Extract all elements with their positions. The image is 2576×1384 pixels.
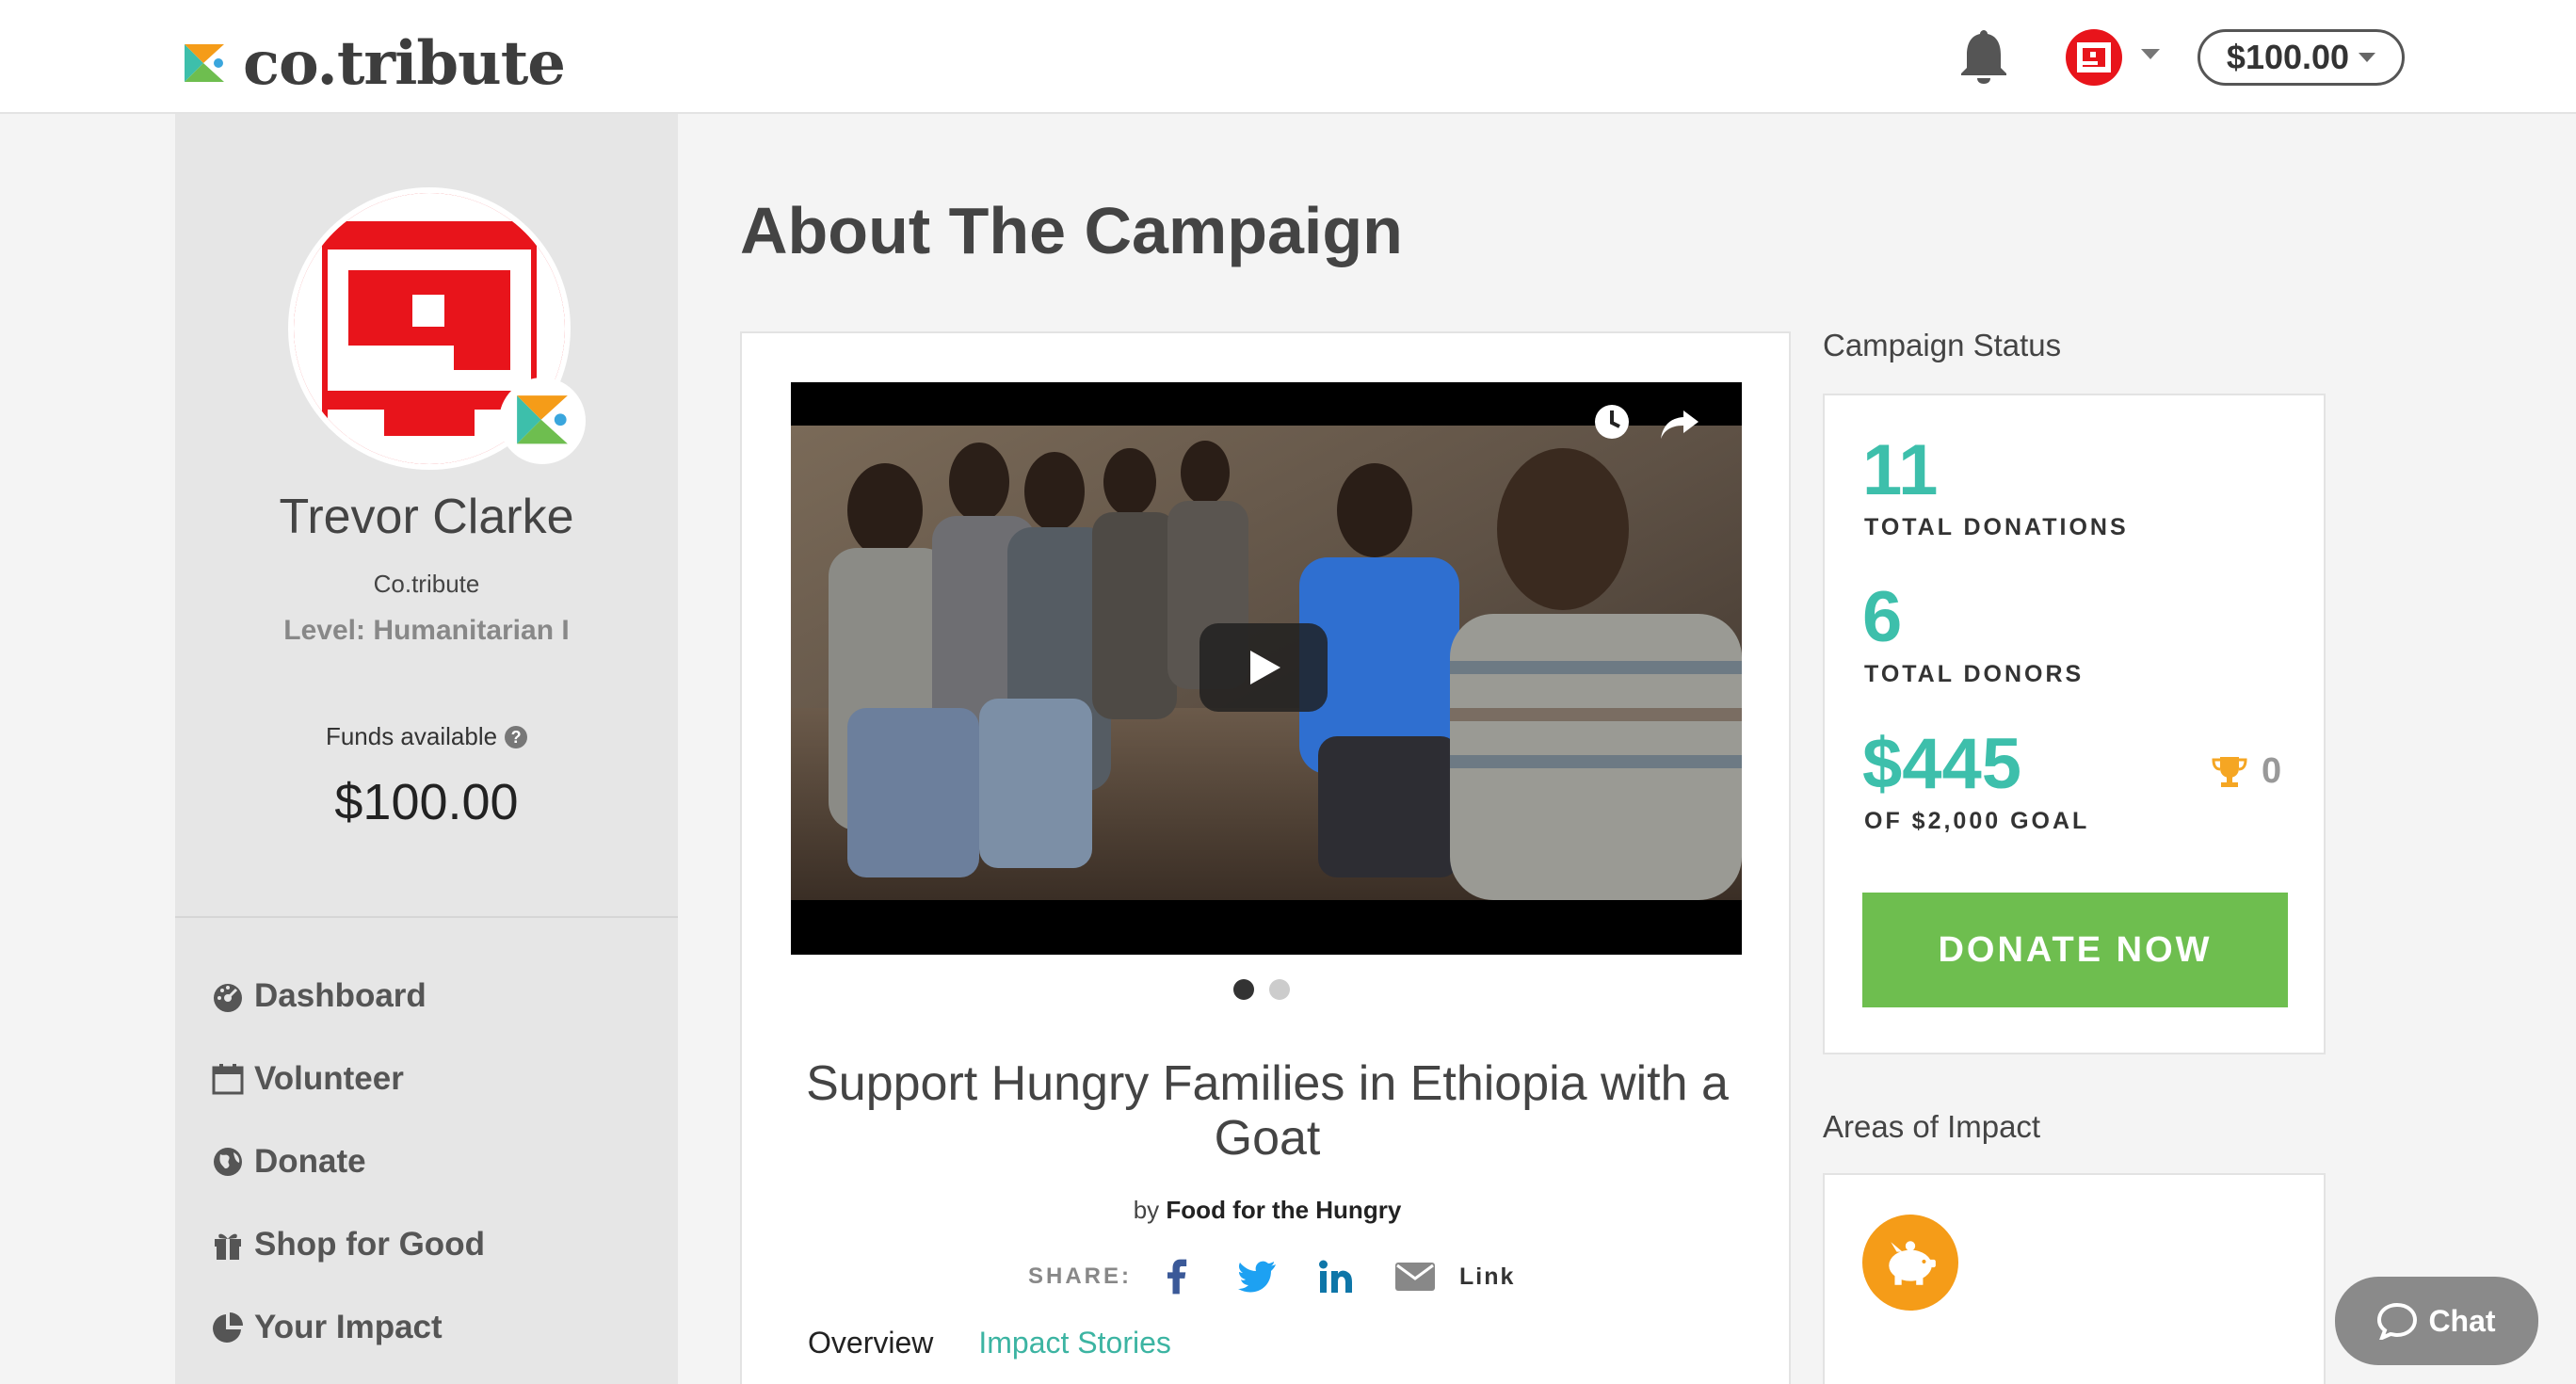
campaign-video[interactable] [791, 382, 1742, 955]
sidebar: Trevor Clarke Co.tribute Level: Humanita… [175, 114, 678, 1384]
total-donations-label: TOTAL DONATIONS [1864, 514, 2129, 540]
chevron-down-icon [2359, 53, 2376, 62]
campaign-title: Support Hungry Families in Ethiopia with… [806, 1056, 1729, 1166]
campaign-byline: by Food for the Hungry [742, 1196, 1793, 1225]
copy-link-button[interactable]: Link [1459, 1263, 1515, 1291]
carousel-dot-2[interactable] [1269, 979, 1290, 1000]
dashboard-icon [214, 984, 242, 1012]
areas-of-impact-heading: Areas of Impact [1823, 1109, 2041, 1144]
funds-amount: $100.00 [334, 774, 519, 830]
user-menu-caret-icon[interactable] [2141, 49, 2160, 59]
total-donors-label: TOTAL DONORS [1864, 661, 2085, 687]
campaign-status-heading: Campaign Status [1823, 328, 2062, 362]
profile-org: Co.tribute [373, 570, 480, 598]
cotribute-logo[interactable]: co.tribute [181, 28, 566, 99]
goal-label: OF $2,000 GOAL [1864, 808, 2090, 834]
organization-link[interactable]: Food for the Hungry [1166, 1196, 1401, 1224]
chat-label: Chat [2428, 1303, 2496, 1338]
sidebar-item-donate[interactable]: Donate [211, 1138, 366, 1185]
user-avatar[interactable] [2066, 29, 2122, 86]
share-row: SHARE: Link [1028, 1250, 1515, 1303]
linkedin-icon[interactable] [1316, 1257, 1356, 1296]
carousel-dot-1[interactable] [1233, 979, 1254, 1000]
balance-value: $100.00 [2226, 38, 2350, 76]
logo-text: co.tribute [243, 28, 566, 99]
cotribute-badge [499, 378, 586, 464]
identicon-icon [2066, 29, 2122, 86]
campaign-status-card: 11 TOTAL DONATIONS 6 TOTAL DONORS $445 O… [1823, 394, 2326, 1054]
donate-now-button[interactable]: DONATE NOW [1862, 893, 2288, 1007]
sidebar-item-shop-for-good[interactable]: Shop for Good [211, 1221, 485, 1268]
page-title: About The Campaign [740, 194, 1403, 267]
sidebar-item-label: Shop for Good [254, 1226, 485, 1263]
watch-later-icon[interactable] [1591, 401, 1633, 443]
tab-overview[interactable]: Overview [808, 1326, 933, 1360]
trophy-count-value: 0 [2262, 751, 2282, 791]
campaign-card: Support Hungry Families in Ethiopia with… [740, 331, 1791, 1384]
notification-bell-icon[interactable] [1956, 26, 2011, 85]
sidebar-item-dashboard[interactable]: Dashboard [211, 973, 427, 1020]
cotribute-logo-icon [185, 43, 224, 82]
help-icon[interactable]: ? [505, 726, 528, 748]
sidebar-item-label: Dashboard [254, 977, 427, 1014]
byline-prefix: by [1133, 1196, 1160, 1224]
chat-button[interactable]: Chat [2335, 1277, 2538, 1365]
sidebar-item-volunteer[interactable]: Volunteer [211, 1055, 404, 1102]
trophy-icon [2212, 756, 2247, 787]
globe-icon [214, 1148, 242, 1176]
share-label: SHARE: [1028, 1263, 1133, 1289]
gift-icon [215, 1233, 241, 1260]
share-video-icon[interactable] [1657, 405, 1702, 443]
sidebar-item-your-impact[interactable]: Your Impact [211, 1304, 443, 1351]
sidebar-item-label: Donate [254, 1143, 366, 1180]
raised-amount: $445 [1862, 724, 2022, 804]
sidebar-item-label: Your Impact [254, 1309, 443, 1345]
carousel-dots [1233, 979, 1290, 1000]
tab-impact-stories[interactable]: Impact Stories [978, 1326, 1171, 1360]
pie-chart-icon [213, 1312, 243, 1343]
sidebar-divider [175, 916, 678, 918]
total-donations-value: 11 [1862, 430, 1939, 510]
sidebar-item-label: Volunteer [254, 1060, 404, 1097]
play-icon [1250, 651, 1280, 684]
funds-label: Funds available? [175, 722, 678, 751]
campaign-tabs: Overview Impact Stories [808, 1326, 1171, 1360]
profile-name: Trevor Clarke [279, 490, 574, 544]
profile-level: Level: Humanitarian I [283, 615, 570, 646]
calendar-icon [212, 1064, 244, 1095]
play-button[interactable] [1199, 623, 1328, 712]
cotribute-badge-icon [517, 395, 568, 444]
balance-dropdown[interactable]: $100.00 [2198, 29, 2405, 86]
total-donors-value: 6 [1862, 577, 1903, 657]
facebook-icon[interactable] [1158, 1257, 1198, 1296]
chat-bubble-icon [2377, 1302, 2418, 1340]
funds-label-text: Funds available [325, 722, 498, 750]
email-icon[interactable] [1395, 1257, 1436, 1296]
trophy-count: 0 [2211, 751, 2281, 792]
piggy-bank-icon[interactable] [1862, 1215, 1958, 1311]
areas-of-impact-card [1823, 1173, 2326, 1384]
top-header: co.tribute $100.00 [0, 0, 2576, 114]
twitter-icon[interactable] [1237, 1257, 1277, 1296]
